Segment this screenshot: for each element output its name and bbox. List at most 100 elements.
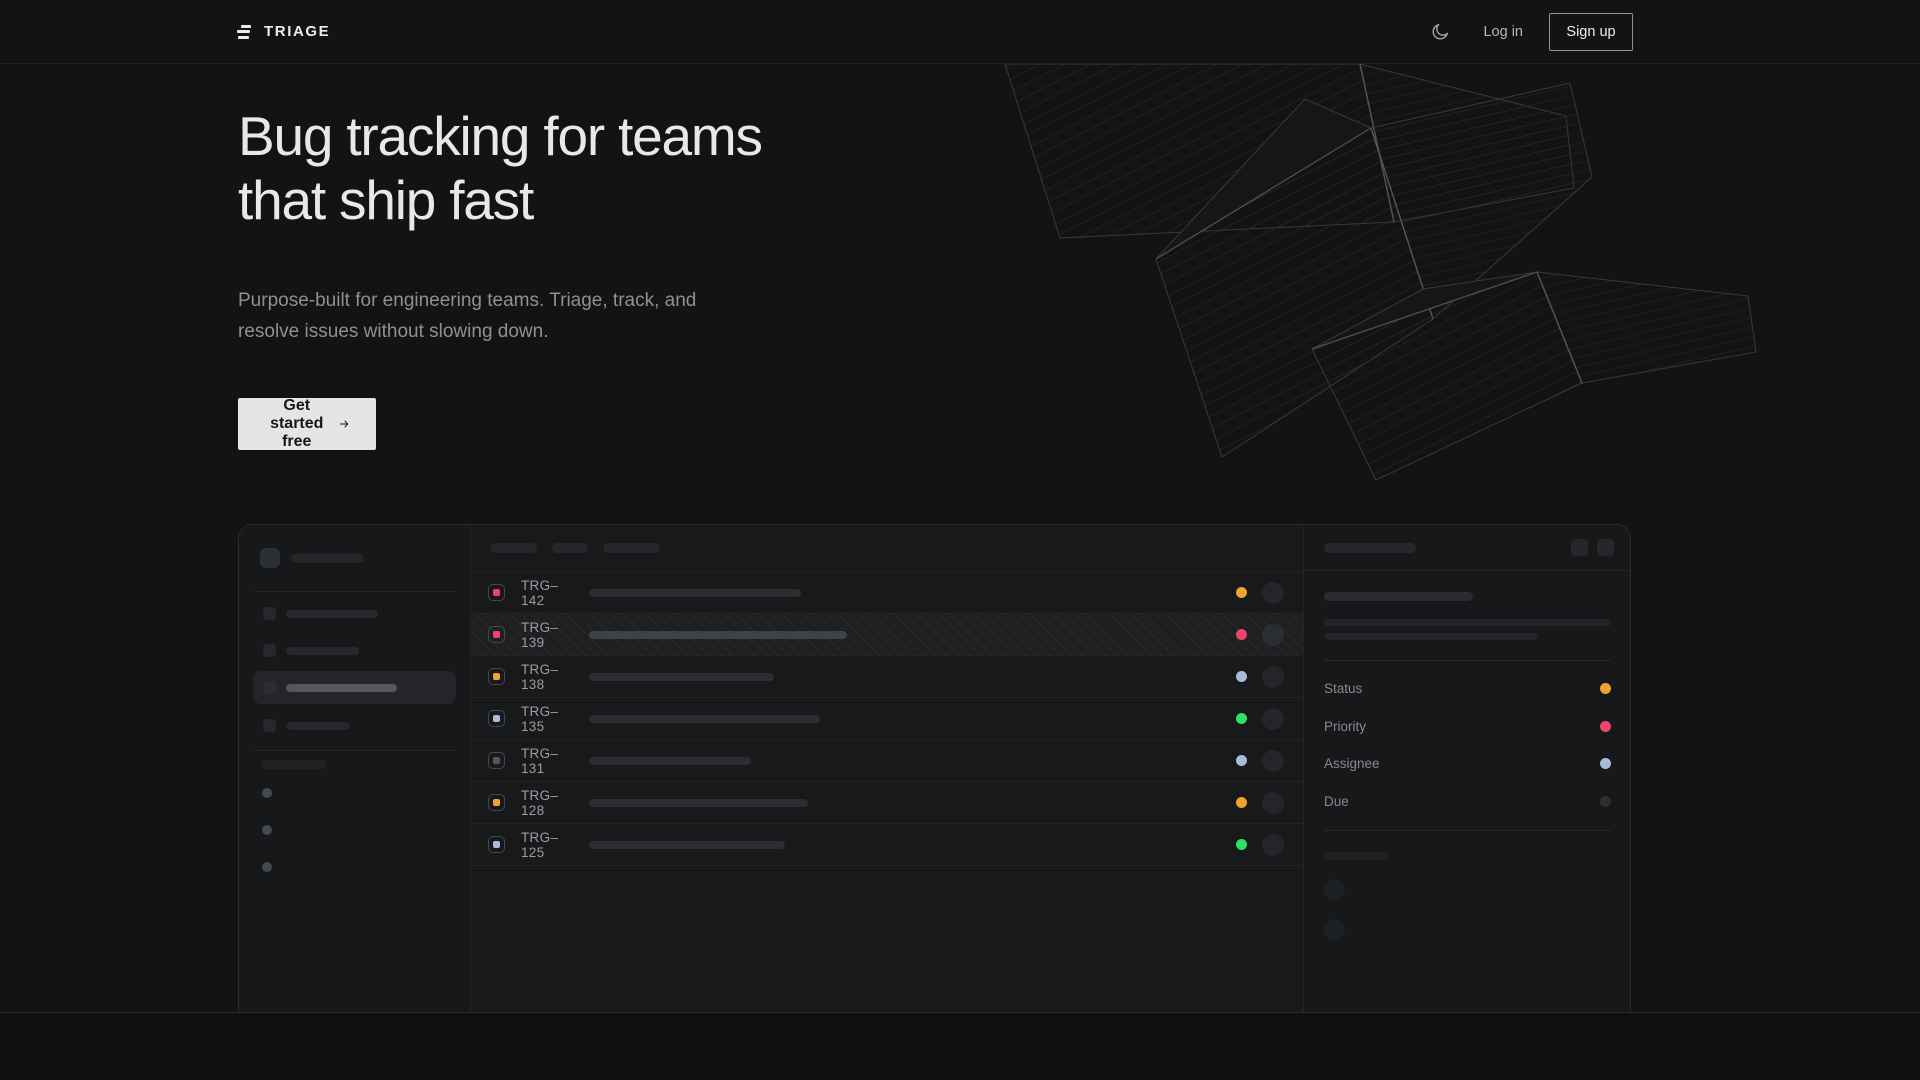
issue-row: TRG–128: [471, 782, 1303, 824]
signup-button[interactable]: Sign up: [1549, 13, 1633, 51]
issue-title-skeleton: [589, 673, 774, 681]
arrow-right-icon: [340, 417, 349, 431]
issue-avatar: [1262, 750, 1284, 772]
activity-avatar-skeleton: [1324, 919, 1345, 940]
issue-title-skeleton: [589, 757, 751, 765]
panel-field-dot: [1600, 721, 1611, 732]
panel-header: [1304, 525, 1630, 571]
issue-id: TRG–131: [521, 746, 573, 776]
panel-field-label: Status: [1324, 681, 1362, 696]
panel-button-skeleton: [1571, 539, 1588, 556]
issue-type-color: [493, 841, 500, 848]
issue-checkbox-icon: [488, 794, 505, 811]
panel-field-label: Priority: [1324, 719, 1366, 734]
issue-checkbox-icon: [488, 668, 505, 685]
activity-avatar-skeleton: [1324, 879, 1345, 900]
workspace-name-skeleton: [291, 554, 364, 563]
issue-avatar: [1262, 792, 1284, 814]
issue-id: TRG–135: [521, 704, 573, 734]
panel-field-label: Due: [1324, 794, 1349, 809]
page-title: Bug tracking for teams that ship fast: [238, 104, 998, 232]
get-started-label: Get started free: [266, 397, 328, 451]
sidebar-dot: [262, 825, 272, 835]
issue-status-dot: [1236, 671, 1247, 682]
issue-id: TRG–138: [521, 662, 573, 692]
panel-field-row: Status: [1324, 670, 1611, 708]
sidebar-item-skeleton: [263, 719, 350, 732]
sidebar-dot: [262, 862, 272, 872]
login-link[interactable]: Log in: [1483, 24, 1523, 40]
top-nav: TRIAGE Log in Sign up: [0, 0, 1920, 64]
footer-band: [0, 1012, 1920, 1080]
issue-checkbox-icon: [488, 584, 505, 601]
sidebar-item-icon: [263, 644, 276, 657]
issue-rows: TRG–142 TRG–139 TRG–138 TRG–135: [471, 572, 1303, 866]
panel-field-dot: [1600, 758, 1611, 769]
issue-avatar: [1262, 582, 1284, 604]
issue-status-dot: [1236, 587, 1247, 598]
issue-avatar: [1262, 666, 1284, 688]
issue-status-dot: [1236, 755, 1247, 766]
get-started-button[interactable]: Get started free: [238, 398, 376, 450]
issue-id: TRG–139: [521, 620, 573, 650]
issue-type-color: [493, 715, 500, 722]
brand-logo[interactable]: TRIAGE: [237, 23, 330, 40]
sidebar-dot: [262, 788, 272, 798]
issue-avatar: [1262, 708, 1284, 730]
app-mockup-card: TRG–142 TRG–139 TRG–138 TRG–135: [238, 524, 1631, 1012]
issue-status-dot: [1236, 839, 1247, 850]
issue-status-dot: [1236, 629, 1247, 640]
issue-type-color: [493, 631, 500, 638]
description-skeleton: [1324, 619, 1611, 626]
issue-id: TRG–142: [521, 578, 573, 608]
theme-toggle-moon-icon[interactable]: [1423, 15, 1457, 49]
page-title-line1: Bug tracking for teams: [238, 104, 998, 168]
triage-logo-icon: [237, 25, 251, 39]
issue-row: TRG–125: [471, 824, 1303, 866]
panel-divider: [1324, 660, 1611, 661]
issue-id: TRG–128: [521, 788, 573, 818]
activity-skeleton: [1324, 852, 1389, 860]
mockup-detail-panel: Status Priority Assignee Due: [1304, 525, 1630, 1012]
issue-row: TRG–139: [471, 614, 1303, 656]
issue-title-skeleton: [589, 715, 820, 723]
panel-field-row: Assignee: [1324, 745, 1611, 783]
issue-title-skeleton: [589, 841, 785, 849]
issue-title-skeleton: [589, 631, 847, 639]
filter-skeleton: [552, 543, 588, 553]
mockup-workspace-row: [260, 548, 364, 568]
issue-type-color: [493, 757, 500, 764]
sidebar-section-skeleton: [261, 760, 326, 769]
nav-actions: Log in Sign up: [1423, 13, 1633, 51]
issue-row: TRG–135: [471, 698, 1303, 740]
issue-checkbox-icon: [488, 710, 505, 727]
issue-checkbox-icon: [488, 626, 505, 643]
sidebar-item-skeleton: [263, 607, 378, 620]
panel-field-label: Assignee: [1324, 756, 1380, 771]
issue-type-color: [493, 673, 500, 680]
panel-fields: Status Priority Assignee Due: [1324, 670, 1611, 820]
sidebar-item-skeleton: [263, 644, 359, 657]
panel-title-skeleton: [1324, 543, 1416, 553]
panel-buttons: [1571, 539, 1614, 556]
mockup-issue-list: TRG–142 TRG–139 TRG–138 TRG–135: [471, 525, 1304, 1012]
mockup-sidebar: [239, 525, 471, 1012]
panel-field-dot: [1600, 683, 1611, 694]
sidebar-divider: [253, 750, 456, 751]
panel-field-row: Due: [1324, 783, 1611, 821]
issue-avatar: [1262, 834, 1284, 856]
slab-top: [1005, 64, 1574, 238]
issue-row: TRG–138: [471, 656, 1303, 698]
panel-divider: [1324, 830, 1611, 831]
issue-type-color: [493, 589, 500, 596]
issue-status-dot: [1236, 713, 1247, 724]
panel-field-row: Priority: [1324, 708, 1611, 746]
sidebar-divider: [253, 591, 456, 592]
sidebar-item-icon: [263, 719, 276, 732]
issue-id: TRG–125: [521, 830, 573, 860]
issue-row: TRG–142: [471, 572, 1303, 614]
slab-bottom: [1312, 272, 1756, 480]
description-skeleton: [1324, 633, 1538, 640]
page-title-line2: that ship fast: [238, 168, 998, 232]
issue-checkbox-icon: [488, 752, 505, 769]
